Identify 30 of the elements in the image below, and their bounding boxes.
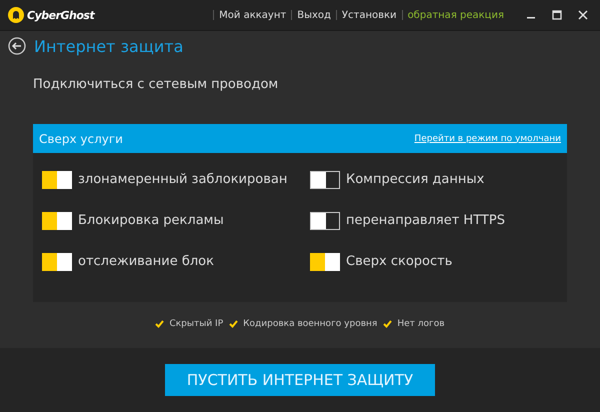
option-label: Сверх скорость [346,254,452,269]
close-icon[interactable] [578,10,588,20]
menu-link[interactable]: Установки [342,10,397,20]
check-icon [383,320,392,328]
option-label: злонамеренный заблокирован [78,172,288,187]
logo-text: CyberGhost [27,8,94,22]
back-icon[interactable] [8,37,26,55]
page-title: Интернет защита [34,36,184,56]
menu-link[interactable]: Выход [297,10,331,20]
feature-label: Нет логов [397,319,445,329]
toggle-switch[interactable] [310,252,340,270]
toggle-switch[interactable] [42,170,72,188]
option-label: перенаправляет HTTPS [346,213,505,228]
check-icon [229,320,238,328]
option-label: отслеживание блок [78,254,214,269]
toggle-switch[interactable] [310,170,340,188]
menu-link[interactable]: Мой аккаунт [219,10,286,20]
toggle-switch[interactable] [42,212,72,230]
toggle-switch[interactable] [310,212,340,230]
feature-label: Кодировка военного уровня [243,319,378,329]
option-label: Блокировка рекламы [78,213,224,228]
panel-title: Сверх услуги [39,132,123,146]
menu-link[interactable]: обратная реакция [408,10,504,20]
toggle-switch[interactable] [42,252,72,270]
option-label: Компрессия данных [346,172,484,187]
subtitle: Подключиться с сетевым проводом [33,77,280,92]
ghost-logo-icon [8,7,24,23]
maximize-icon[interactable] [552,10,562,20]
feature-label: Скрытый IP [169,319,224,329]
check-icon [155,320,164,328]
